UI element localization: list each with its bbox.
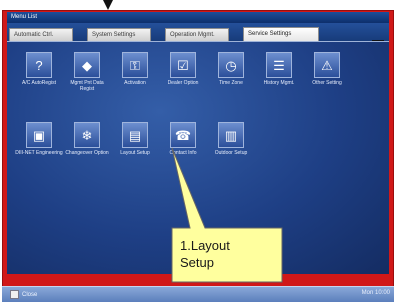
close-button[interactable]: Close bbox=[8, 289, 41, 301]
close-icon bbox=[10, 290, 19, 299]
menu-item-label: Contact Info bbox=[169, 150, 197, 156]
menu-item-label: Activation bbox=[124, 80, 146, 86]
menu-item-label: Layout Setup bbox=[120, 150, 150, 156]
bottom-bar: Close Mon 10:00 bbox=[2, 286, 394, 302]
menu-item-layout-setup[interactable]: ▤ Layout Setup bbox=[111, 122, 159, 156]
menu-item-history-mgmt[interactable]: ☰ History Mgmt. bbox=[255, 52, 303, 86]
menu-item-label: Other Setting bbox=[312, 80, 342, 86]
tab-automatic-ctrl[interactable]: Automatic Ctrl. bbox=[9, 28, 73, 41]
menu-item-time-zone[interactable]: ◷ Time Zone bbox=[207, 52, 255, 86]
window-title: Menu List bbox=[7, 12, 389, 23]
menu-item-diii-net[interactable]: ▣ DIII-NET Engineering bbox=[15, 122, 63, 156]
network-icon: ▣ bbox=[26, 122, 52, 148]
checkbox-icon: ☑ bbox=[170, 52, 196, 78]
menu-item-label: Dealer Option bbox=[167, 80, 199, 86]
clock-readout: Mon 10:00 bbox=[361, 290, 390, 296]
menu-item-changeover-option[interactable]: ❄ Changeover Option bbox=[63, 122, 111, 156]
close-label: Close bbox=[22, 292, 38, 298]
menu-item-outdoor-setup[interactable]: ▥ Outdoor Setup bbox=[207, 122, 255, 156]
callout-text: 1.Layout Setup bbox=[180, 237, 280, 271]
warning-lv-icon: ⚠ bbox=[314, 52, 340, 78]
layout-icon: ▤ bbox=[122, 122, 148, 148]
tab-service-settings[interactable]: Service Settings bbox=[243, 27, 319, 41]
menu-item-label: A/C AutoRegist bbox=[22, 80, 56, 86]
callout-line-2: Setup bbox=[180, 255, 214, 270]
tab-system-settings[interactable]: System Settings bbox=[87, 28, 151, 41]
contact-icon: ☎ bbox=[170, 122, 196, 148]
menu-item-ac-autoregist[interactable]: ? A/C AutoRegist bbox=[15, 52, 63, 86]
menu-item-label: Time Zone bbox=[219, 80, 243, 86]
document-icon: ☰ bbox=[266, 52, 292, 78]
menu-item-label: Changeover Option bbox=[65, 150, 109, 156]
menu-item-activation[interactable]: ⚿ Activation bbox=[111, 52, 159, 86]
menu-item-label: History Mgmt. bbox=[263, 80, 295, 86]
menu-item-mgmt-pnt-data[interactable]: ◆ Mgmt Pnt Data Regist bbox=[63, 52, 111, 92]
menu-item-contact-info[interactable]: ☎ Contact Info bbox=[159, 122, 207, 156]
pointer-arrow-icon bbox=[103, 0, 113, 10]
menu-item-label: Mgmt Pnt Data Regist bbox=[70, 80, 104, 92]
menu-item-other-setting[interactable]: ⚠ Other Setting bbox=[303, 52, 351, 86]
menu-item-label: Outdoor Setup bbox=[214, 150, 248, 156]
data-register-icon: ◆ bbox=[74, 52, 100, 78]
callout-line-1: 1.Layout bbox=[180, 238, 230, 253]
key-icon: ⚿ bbox=[122, 52, 148, 78]
snowflake-sun-icon: ❄ bbox=[74, 122, 100, 148]
menu-item-dealer-option[interactable]: ☑ Dealer Option bbox=[159, 52, 207, 86]
outdoor-icon: ▥ bbox=[218, 122, 244, 148]
tab-bar: Automatic Ctrl. System Settings Operatio… bbox=[7, 23, 389, 43]
menu-item-label: DIII-NET Engineering bbox=[15, 150, 63, 156]
ac-register-icon: ? bbox=[26, 52, 52, 78]
tab-operation-mgmt[interactable]: Operation Mgmt. bbox=[165, 28, 229, 41]
clock-globe-icon: ◷ bbox=[218, 52, 244, 78]
